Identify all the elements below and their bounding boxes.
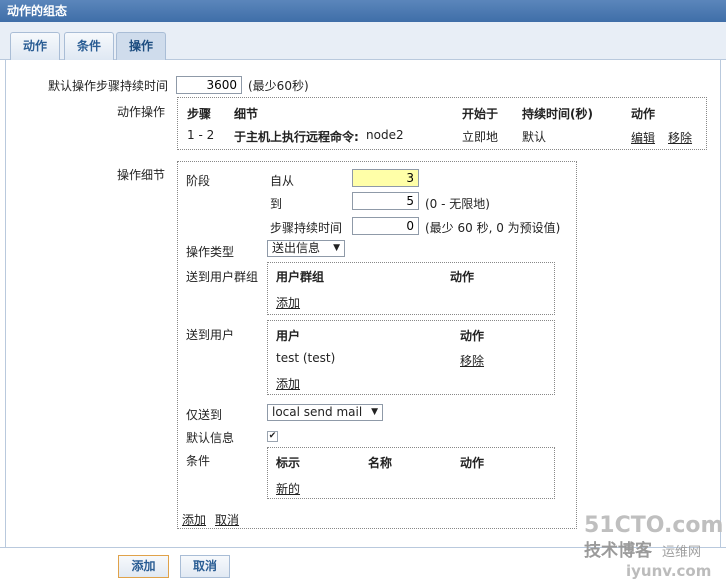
action-operations-label: 动作操作 [117, 105, 166, 119]
from-label: 自从 [270, 174, 295, 188]
step-to-input[interactable] [352, 192, 419, 210]
step-duration-input[interactable] [352, 217, 419, 235]
default-msg-label: 默认信息 [186, 431, 235, 445]
chevron-down-icon: ▼ [333, 243, 340, 253]
remove-link[interactable]: 移除 [668, 129, 692, 146]
new-condition-link[interactable]: 新的 [276, 480, 300, 497]
col-user: 用户 [276, 329, 301, 343]
op-type-label: 操作类型 [186, 245, 235, 259]
tab-conditions[interactable]: 条件 [64, 32, 114, 60]
tab-operations[interactable]: 操作 [116, 32, 166, 60]
row-details-host: node2 [366, 128, 404, 142]
row-start: 立即地 [462, 130, 499, 144]
add-operation-link[interactable]: 添加 [182, 511, 206, 528]
cancel-button[interactable]: 取消 [180, 555, 230, 578]
window-title: 动作的组态 [0, 0, 726, 22]
send-users-label: 送到用户 [186, 328, 235, 342]
add-group-link[interactable]: 添加 [276, 294, 300, 311]
col-start: 开始于 [462, 107, 499, 121]
watermark-logo: 51CTO.com 技术博客 运维网 iyunv.com [582, 510, 723, 580]
row-details: 于主机上执行远程命令: [234, 130, 359, 144]
col-group-action: 动作 [450, 270, 475, 284]
watermark-line3: 运维网 [662, 545, 701, 560]
cancel-operation-link[interactable]: 取消 [215, 511, 239, 528]
remove-user-link[interactable]: 移除 [460, 352, 484, 369]
col-name: 名称 [368, 456, 393, 470]
step-from-input[interactable] [352, 169, 419, 187]
watermark-line4: iyunv.com [626, 562, 711, 580]
watermark-line1: 51CTO.com [584, 513, 722, 538]
step-duration-hint: (最少 60 秒, 0 为预设值) [425, 221, 561, 235]
col-action: 动作 [631, 107, 656, 121]
users-table: 用户 动作 test (test) 移除 添加 [267, 320, 555, 395]
add-button[interactable]: 添加 [118, 555, 169, 578]
col-user-action: 动作 [460, 329, 485, 343]
row-steps: 1 - 2 [187, 128, 215, 142]
edit-link[interactable]: 编辑 [631, 129, 655, 146]
stage-label: 阶段 [186, 174, 211, 188]
watermark-line2: 技术博客 [584, 540, 653, 561]
tab-action[interactable]: 动作 [10, 32, 60, 60]
conditions-table: 标示 名称 动作 新的 [267, 447, 555, 499]
col-tag: 标示 [276, 456, 301, 470]
only-send-value: local send mail [272, 405, 363, 419]
conditions-label: 条件 [186, 454, 211, 468]
tab-bar: 动作 条件 操作 [0, 22, 726, 60]
col-user-group: 用户群组 [276, 270, 325, 284]
operation-details-label: 操作细节 [117, 168, 166, 182]
chevron-down-icon: ▼ [371, 407, 378, 417]
to-label: 到 [270, 197, 283, 211]
default-msg-checkbox[interactable]: ✔ [267, 431, 278, 442]
user-name: test (test) [276, 351, 336, 365]
op-type-value: 送出信息 [272, 241, 321, 255]
add-user-link[interactable]: 添加 [276, 375, 300, 392]
user-groups-table: 用户群组 动作 添加 [267, 262, 555, 315]
default-duration-input[interactable] [176, 76, 242, 94]
default-duration-label: 默认操作步骤持续时间 [48, 79, 169, 93]
default-duration-hint: (最少60秒) [248, 79, 309, 93]
send-groups-label: 送到用户群组 [186, 270, 259, 284]
operations-table: 步骤 细节 开始于 持续时间(秒) 动作 1 - 2 于主机上执行远程命令: n… [177, 97, 707, 150]
to-hint: (0 - 无限地) [425, 197, 490, 211]
step-duration-label: 步骤持续时间 [270, 221, 343, 235]
col-details: 细节 [234, 107, 259, 121]
op-type-select[interactable]: 送出信息 ▼ [267, 240, 345, 257]
only-send-label: 仅送到 [186, 408, 223, 422]
row-duration: 默认 [522, 130, 547, 144]
col-steps: 步骤 [187, 107, 212, 121]
only-send-select[interactable]: local send mail ▼ [267, 404, 383, 421]
col-duration: 持续时间(秒) [522, 107, 593, 121]
check-icon: ✔ [268, 431, 277, 441]
col-cond-action: 动作 [460, 456, 485, 470]
